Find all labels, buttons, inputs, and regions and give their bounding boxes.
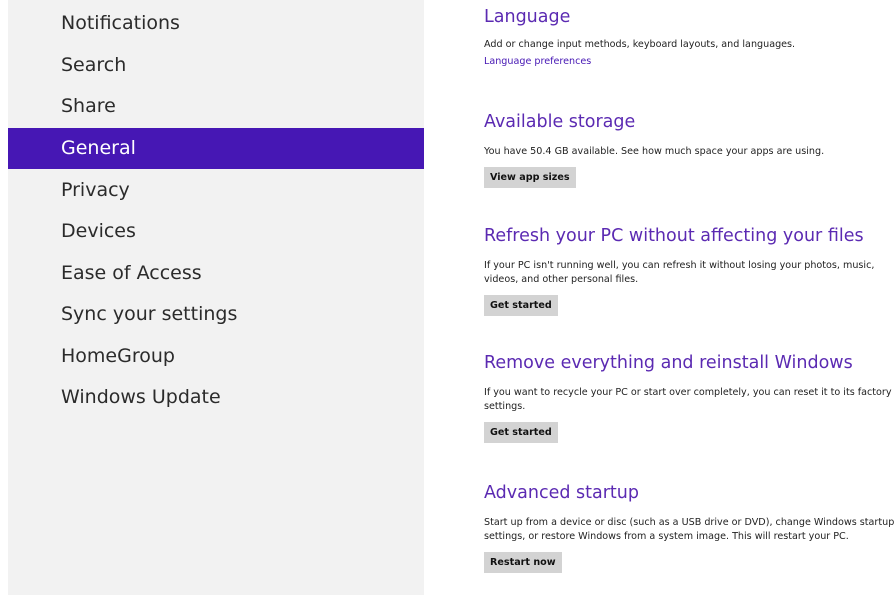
advanced-startup-title: Advanced startup [484,483,639,503]
sidebar-item-search[interactable]: Search [8,45,424,86]
language-section: Language Add or change input methods, ke… [484,6,895,69]
sidebar-item-sync-your-settings[interactable]: Sync your settings [8,294,424,335]
refresh-get-started-button[interactable]: Get started [484,295,558,316]
sidebar-item-windows-update[interactable]: Windows Update [8,377,424,418]
refresh-pc-title: Refresh your PC without affecting your f… [484,226,864,246]
refresh-pc-section: Refresh your PC without affecting your f… [484,225,895,316]
reset-pc-description: If you want to recycle your PC or start … [484,387,892,412]
refresh-get-started-wrap: Get started [484,293,895,316]
restart-now-button[interactable]: Restart now [484,552,562,573]
reset-get-started-button[interactable]: Get started [484,422,558,443]
view-app-sizes-button[interactable]: View app sizes [484,167,576,188]
pc-settings-page: Notifications Search Share General Priva… [0,0,895,595]
sidebar-item-privacy[interactable]: Privacy [8,170,424,211]
available-storage-section: Available storage You have 50.4 GB avail… [484,111,895,188]
sidebar-item-general[interactable]: General [8,128,424,169]
refresh-pc-description: If your PC isn't running well, you can r… [484,260,875,285]
sidebar-item-notifications[interactable]: Notifications [8,3,424,44]
settings-sidebar: Notifications Search Share General Priva… [8,0,424,595]
sidebar-item-ease-of-access[interactable]: Ease of Access [8,253,424,294]
available-storage-title: Available storage [484,112,636,132]
sidebar-item-share[interactable]: Share [8,86,424,127]
reset-pc-title: Remove everything and reinstall Windows [484,353,853,373]
sidebar-item-devices[interactable]: Devices [8,211,424,252]
available-storage-description: You have 50.4 GB available. See how much… [484,146,825,157]
sidebar-item-homegroup[interactable]: HomeGroup [8,336,424,377]
language-preferences-link[interactable]: Language preferences [484,55,895,69]
reset-get-started-wrap: Get started [484,420,895,443]
advanced-startup-description: Start up from a device or disc (such as … [484,517,895,542]
language-description: Add or change input methods, keyboard la… [484,39,796,50]
restart-now-wrap: Restart now [484,550,895,573]
reset-pc-section: Remove everything and reinstall Windows … [484,352,895,443]
advanced-startup-section: Advanced startup Start up from a device … [484,482,895,573]
language-title: Language [484,7,571,27]
view-app-sizes-wrap: View app sizes [484,165,895,188]
